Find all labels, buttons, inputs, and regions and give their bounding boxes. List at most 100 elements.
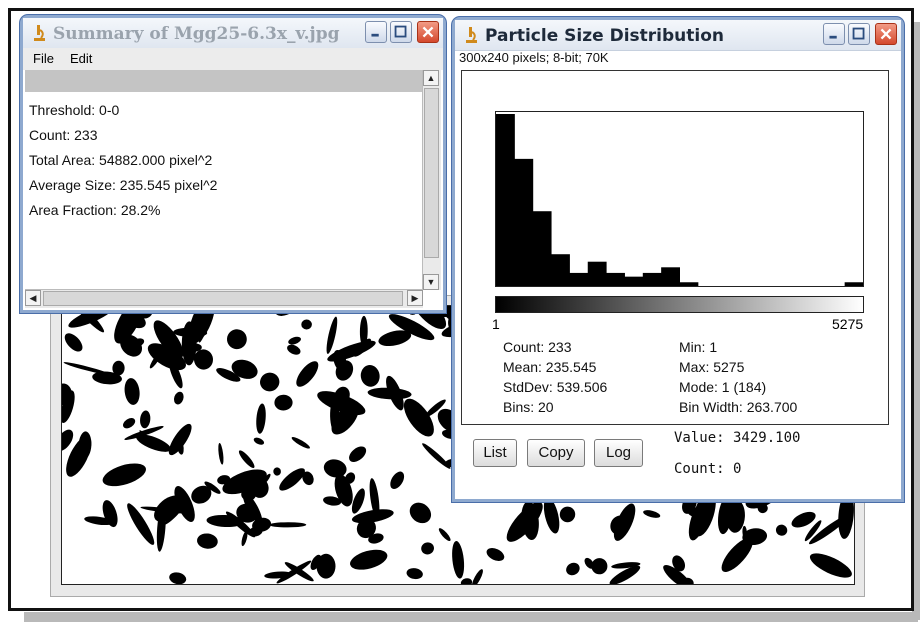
vertical-scrollbar[interactable]: ▲ ▼ <box>422 70 441 290</box>
summary-text-area[interactable]: Threshold: 0-0 Count: 233 Total Area: 54… <box>25 70 423 290</box>
particle-blob <box>291 437 310 449</box>
menubar: File Edit <box>23 48 443 70</box>
menu-file[interactable]: File <box>33 51 54 66</box>
value-readout: Value: 3429.100 <box>674 430 801 446</box>
image-info: 300x240 pixels; 8-bit; 70K <box>459 50 609 65</box>
histogram-bars <box>496 114 864 286</box>
particle-blob <box>566 562 580 576</box>
summary-titlebar[interactable]: Summary of Mgg25-6.3x_v.jpg <box>23 18 443 49</box>
particle-blob <box>390 471 405 490</box>
particle-blob <box>296 361 319 387</box>
stat-mode: Mode: 1 (184) <box>679 379 767 395</box>
minimize-button[interactable] <box>365 21 387 43</box>
stat-bins: Bins: 20 <box>503 399 554 415</box>
particle-blob <box>559 506 576 523</box>
lut-gradient-bar <box>495 296 864 313</box>
histogram-plot[interactable] <box>495 111 864 287</box>
close-icon <box>422 26 434 38</box>
stat-max: Max: 5275 <box>679 359 745 375</box>
vertical-scroll-thumb[interactable] <box>424 88 439 258</box>
histogram-bar <box>661 267 680 286</box>
particle-blob <box>256 403 266 434</box>
summary-window[interactable]: Summary of Mgg25-6.3x_v.jpg File Edit Th… <box>20 15 446 313</box>
menu-edit[interactable]: Edit <box>70 51 92 66</box>
histogram-bar <box>844 282 864 286</box>
stat-bin-width: Bin Width: 263.700 <box>679 399 798 415</box>
minimize-icon <box>829 35 837 39</box>
maximize-button[interactable] <box>390 21 412 43</box>
particle-blob <box>226 329 247 350</box>
close-button[interactable] <box>417 21 439 43</box>
particle-blob <box>169 572 187 584</box>
particle-blob <box>238 450 255 468</box>
particle-blob <box>452 540 465 579</box>
stat-min: Min: 1 <box>679 339 718 355</box>
total-area-line: Total Area: 54882.000 pixel^2 <box>29 152 213 168</box>
arrow-down-icon: ▼ <box>426 277 436 287</box>
particle-blob <box>124 378 140 405</box>
histogram-window[interactable]: Particle Size Distribution 300x240 pixel… <box>452 17 904 502</box>
particle-blob <box>140 410 151 429</box>
histogram-bar <box>569 272 589 286</box>
histogram-bar <box>679 282 699 286</box>
particle-blob <box>102 463 146 487</box>
minimize-icon <box>371 33 379 37</box>
list-button[interactable]: List <box>473 439 517 467</box>
area-fraction-line: Area Fraction: 28.2% <box>29 202 161 218</box>
particle-blob <box>409 502 432 524</box>
particle-blob <box>269 522 307 528</box>
histogram-bar <box>514 158 534 286</box>
particle-blob <box>643 510 661 518</box>
histogram-bar <box>532 211 552 286</box>
scroll-up-button[interactable]: ▲ <box>423 70 439 86</box>
particle-blob <box>460 578 473 584</box>
particle-blob <box>136 434 171 452</box>
scroll-right-button[interactable]: ▶ <box>407 290 423 306</box>
maximize-icon <box>394 25 407 38</box>
horizontal-scroll-thumb[interactable] <box>43 291 403 306</box>
particle-blob <box>406 568 423 580</box>
particle-blob <box>288 336 301 345</box>
arrow-right-icon: ▶ <box>411 293 419 303</box>
copy-button[interactable]: Copy <box>527 439 585 467</box>
histogram-panel: 1 5275 Count: 233 Mean: 235.545 StdDev: … <box>461 70 889 425</box>
particle-blob <box>253 437 265 445</box>
maximize-button[interactable] <box>848 23 870 45</box>
particle-blob <box>273 467 281 476</box>
particle-blob <box>218 442 224 465</box>
particle-blob <box>63 362 111 375</box>
particle-blob <box>422 443 451 469</box>
scroll-left-button[interactable]: ◀ <box>25 290 41 306</box>
scroll-down-button[interactable]: ▼ <box>423 274 439 290</box>
particle-blob <box>471 569 483 584</box>
microscope-icon <box>34 25 45 41</box>
particle-blob <box>349 446 367 462</box>
histogram-titlebar[interactable]: Particle Size Distribution <box>455 20 901 51</box>
arrow-up-icon: ▲ <box>426 73 436 83</box>
particle-blob <box>350 549 388 570</box>
minimize-button[interactable] <box>823 23 845 45</box>
particle-blob <box>403 398 434 437</box>
particle-blob <box>421 542 434 555</box>
microscope-icon <box>466 27 477 43</box>
histogram-bar <box>551 254 570 286</box>
close-button[interactable] <box>875 23 897 45</box>
particle-blob <box>301 319 312 330</box>
histogram-bar <box>606 272 625 286</box>
particle-blob <box>123 418 136 429</box>
log-button[interactable]: Log <box>594 439 643 467</box>
horizontal-scrollbar[interactable]: ◀ ▶ <box>25 289 423 308</box>
threshold-line: Threshold: 0-0 <box>29 102 120 118</box>
close-icon <box>880 28 892 40</box>
axis-max-label: 5275 <box>832 316 864 332</box>
stat-count: Count: 233 <box>503 339 572 355</box>
axis-min-label: 1 <box>492 316 500 332</box>
summary-header-row <box>25 70 423 92</box>
particle-blob <box>316 553 336 579</box>
summary-title: Summary of Mgg25-6.3x_v.jpg <box>53 24 340 44</box>
particle-blob <box>438 528 451 542</box>
count-line: Count: 233 <box>29 127 98 143</box>
particle-blob <box>260 372 280 392</box>
particle-blob <box>173 391 184 405</box>
particle-blob <box>721 537 753 572</box>
